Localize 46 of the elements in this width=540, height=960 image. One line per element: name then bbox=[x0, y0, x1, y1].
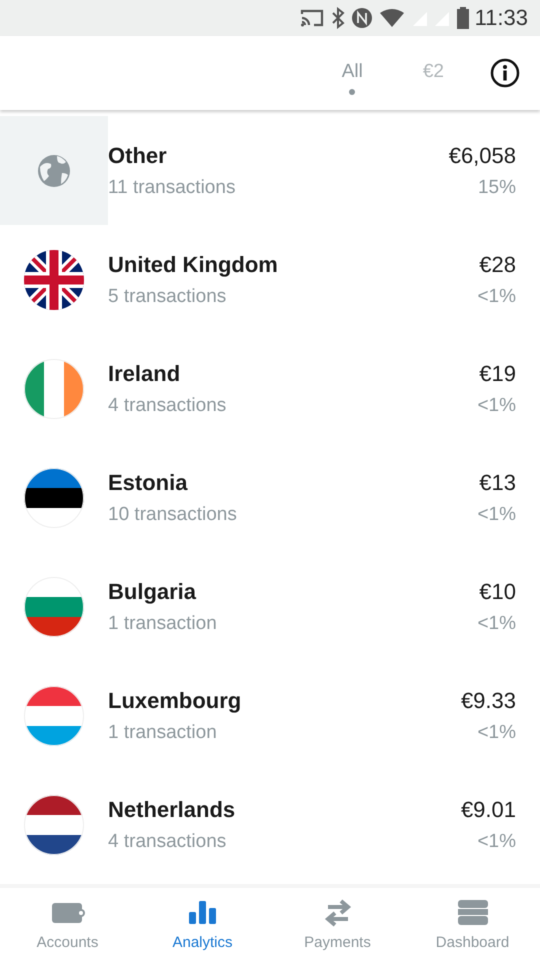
tab[interactable]: All bbox=[336, 47, 369, 99]
transaction-count: 4 transactions bbox=[108, 394, 228, 416]
percentage: 15% bbox=[478, 176, 516, 198]
amount: €13 bbox=[479, 470, 516, 496]
flag-icon bbox=[24, 576, 84, 636]
percentage: <1% bbox=[477, 504, 516, 526]
transaction-count: 4 transactions bbox=[108, 830, 228, 852]
flag-icon bbox=[24, 794, 84, 854]
percentage: <1% bbox=[477, 394, 516, 416]
clock-time: 11:33 bbox=[474, 5, 528, 31]
percentage: <1% bbox=[477, 286, 516, 308]
nav-tab[interactable]: Analytics bbox=[135, 888, 270, 960]
percentage: <1% bbox=[477, 612, 516, 634]
country-name: Other bbox=[108, 142, 168, 168]
bluetooth-icon bbox=[330, 7, 345, 29]
country-name: United Kingdom bbox=[108, 252, 279, 278]
cast-icon bbox=[298, 8, 325, 28]
transaction-count: 11 transactions bbox=[108, 176, 236, 198]
country-name: Ireland bbox=[108, 360, 182, 386]
amount: €9.01 bbox=[460, 796, 516, 822]
flag-icon bbox=[24, 468, 84, 528]
amount: €6,058 bbox=[448, 142, 516, 168]
transaction-count: 1 transaction bbox=[108, 722, 218, 744]
info-icon[interactable] bbox=[490, 58, 520, 88]
flag-icon bbox=[24, 686, 84, 746]
amount: €9.33 bbox=[460, 688, 516, 714]
country-name: Estonia bbox=[108, 470, 189, 496]
nav-tab[interactable]: Payments bbox=[270, 888, 405, 960]
country-name: Netherlands bbox=[108, 796, 236, 822]
nav-tab[interactable]: Accounts bbox=[0, 888, 135, 960]
flag-icon bbox=[24, 358, 84, 418]
amount: €28 bbox=[479, 252, 516, 278]
wifi-icon bbox=[378, 8, 405, 28]
percentage: <1% bbox=[477, 722, 516, 744]
transaction-count: 1 transaction bbox=[108, 612, 218, 634]
battery-icon bbox=[456, 7, 469, 29]
percentage: <1% bbox=[477, 830, 516, 852]
amount: €19 bbox=[479, 360, 516, 386]
country-name: Luxembourg bbox=[108, 688, 242, 714]
country-name: Bulgaria bbox=[108, 578, 198, 604]
transaction-count: 10 transactions bbox=[108, 504, 238, 526]
nav-tab[interactable]: Dashboard bbox=[405, 888, 540, 960]
transaction-count: 5 transactions bbox=[108, 286, 228, 308]
amount: €10 bbox=[479, 578, 516, 604]
tab[interactable]: €2 bbox=[416, 47, 450, 99]
nfc-icon bbox=[350, 7, 373, 29]
